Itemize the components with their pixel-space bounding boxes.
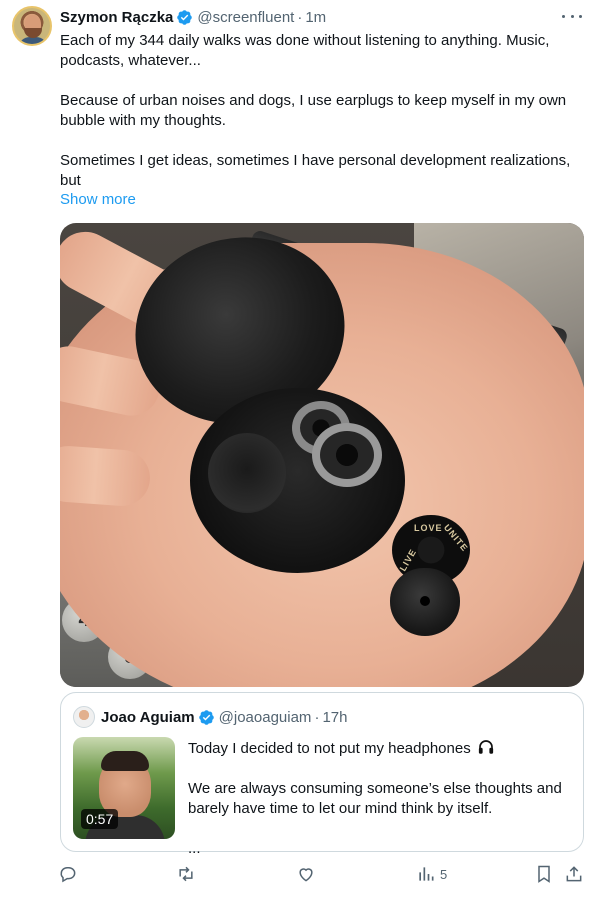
- views-icon: [419, 867, 434, 881]
- headphones-icon: [478, 740, 493, 754]
- earplug-text: LOVE: [414, 523, 443, 533]
- views-count: 5: [440, 866, 448, 882]
- tweet-photo[interactable]: 4 5 LIVE LOVE UNITE: [60, 223, 584, 687]
- retweet-icon: [179, 866, 193, 882]
- verified-badge-icon: [198, 709, 214, 725]
- like-icon: [299, 868, 313, 882]
- reply-button[interactable]: [58, 862, 78, 886]
- share-icon: [566, 866, 582, 882]
- separator-dot: ·: [297, 8, 303, 26]
- tweet-time[interactable]: 1m: [305, 9, 326, 26]
- quoted-video-thumbnail[interactable]: 0:57: [73, 737, 175, 839]
- author-name[interactable]: Szymon Rączka: [60, 9, 173, 26]
- tweet-paragraph: Because of urban noises and dogs, I use …: [60, 92, 567, 129]
- quoted-paragraph: We are always consuming someone’s else t…: [188, 780, 562, 817]
- show-more-link[interactable]: Show more: [60, 191, 136, 208]
- quoted-author-name: Joao Aguiam: [101, 708, 195, 726]
- retweet-button[interactable]: [176, 862, 196, 886]
- tweet-text: Each of my 344 daily walks was done with…: [60, 31, 585, 191]
- quoted-header: Joao Aguiam @joaoaguiam · 17h: [73, 706, 347, 728]
- separator-dot: ·: [314, 708, 320, 726]
- quoted-avatar: [73, 706, 95, 728]
- quoted-ellipsis: ...: [188, 840, 201, 857]
- author-handle[interactable]: @screenfluent: [197, 9, 294, 26]
- quoted-paragraph: Today I decided to not put my headphones: [188, 740, 471, 757]
- tweet-paragraph: Each of my 344 daily walks was done with…: [60, 32, 550, 69]
- like-button[interactable]: [296, 862, 316, 886]
- share-button[interactable]: [564, 862, 584, 886]
- quoted-handle: @joaoaguiam: [218, 708, 312, 726]
- author-avatar[interactable]: [12, 6, 52, 46]
- bookmark-button[interactable]: [534, 862, 554, 886]
- tweet-paragraph: Sometimes I get ideas, sometimes I have …: [60, 152, 571, 189]
- verified-badge-icon: [177, 9, 193, 25]
- quoted-text: Today I decided to not put my headphones…: [188, 738, 568, 859]
- action-bar: 5: [58, 862, 586, 886]
- views-button[interactable]: 5: [416, 862, 447, 886]
- more-icon[interactable]: [562, 8, 582, 24]
- quoted-time: 17h: [322, 708, 348, 726]
- quoted-tweet[interactable]: Joao Aguiam @joaoaguiam · 17h 0:57 Today…: [60, 692, 584, 857]
- bookmark-icon: [538, 865, 550, 883]
- video-duration: 0:57: [81, 809, 119, 829]
- tweet-header: Szymon Rączka @screenfluent · 1m: [60, 7, 326, 27]
- earplug-tip: [390, 568, 460, 636]
- reply-icon: [60, 867, 76, 883]
